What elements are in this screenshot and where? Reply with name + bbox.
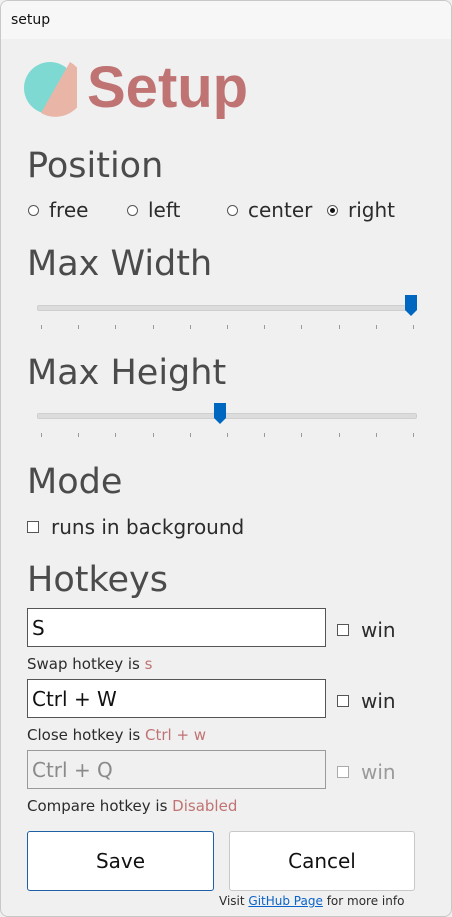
radio-circle[interactable] xyxy=(127,204,138,216)
max-height-heading: Max Height xyxy=(27,353,227,393)
slider-tick xyxy=(78,433,79,437)
footer-suffix: for more info xyxy=(326,894,405,908)
slider-tick xyxy=(301,325,302,329)
slider-tick xyxy=(115,433,116,437)
close-win-checkbox-row[interactable]: win xyxy=(337,689,396,713)
slider-tick xyxy=(153,433,154,437)
mode-heading: Mode xyxy=(27,462,123,502)
swap-note-value: s xyxy=(144,655,153,673)
compare-win-checkbox xyxy=(337,766,349,778)
close-hotkey-input[interactable]: Ctrl + W xyxy=(27,679,326,718)
run-in-background-checkbox-row[interactable]: runs in background xyxy=(27,515,244,539)
save-button[interactable]: Save xyxy=(27,831,214,891)
close-note-value: Ctrl + w xyxy=(144,726,207,744)
max-height-slider[interactable] xyxy=(37,403,417,449)
slider-track[interactable] xyxy=(37,305,417,311)
slider-thumb[interactable] xyxy=(405,295,417,317)
slider-track[interactable] xyxy=(37,413,417,419)
title-bar: setup xyxy=(1,1,451,39)
swap-hotkey-input[interactable]: S xyxy=(27,608,326,647)
compare-note-prefix: Compare hotkey is xyxy=(27,797,168,815)
page-title: Setup xyxy=(87,55,249,120)
hotkeys-heading: Hotkeys xyxy=(27,560,168,600)
position-heading: Position xyxy=(27,146,164,186)
swap-win-checkbox-row[interactable]: win xyxy=(337,618,396,642)
footer-prefix: Visit xyxy=(219,894,245,908)
swap-note-prefix: Swap hotkey is xyxy=(27,655,140,673)
footer-note: Visit GitHub Page for more info xyxy=(219,894,404,908)
slider-tick xyxy=(339,325,340,329)
slider-tick xyxy=(413,433,414,437)
slider-tick xyxy=(413,325,414,329)
close-note-prefix: Close hotkey is xyxy=(27,726,141,744)
slider-tick xyxy=(41,325,42,329)
max-width-slider[interactable] xyxy=(37,295,417,341)
slider-tick xyxy=(78,325,79,329)
compare-win-label: win xyxy=(361,760,396,784)
run-in-background-checkbox[interactable] xyxy=(27,521,39,533)
radio-left[interactable]: left xyxy=(127,198,180,222)
radio-label-center: center xyxy=(248,198,313,222)
slider-tick xyxy=(227,433,228,437)
compare-hotkey-input: Ctrl + Q xyxy=(27,750,326,789)
slider-tick xyxy=(376,433,377,437)
max-width-heading: Max Width xyxy=(27,244,213,284)
close-hotkey-note: Close hotkey is Ctrl + w xyxy=(27,726,206,744)
slider-tick xyxy=(264,433,265,437)
compare-note-value: Disabled xyxy=(172,797,238,815)
slider-tick xyxy=(227,325,228,329)
header: Setup xyxy=(23,53,248,123)
setup-window: setup Setup Position free left center ri… xyxy=(0,0,452,917)
slider-tick xyxy=(190,433,191,437)
radio-label-right: right xyxy=(348,198,395,222)
radio-label-free: free xyxy=(49,198,89,222)
close-win-label: win xyxy=(361,689,396,713)
swap-win-checkbox[interactable] xyxy=(337,624,349,636)
window-title: setup xyxy=(11,12,51,28)
compare-win-checkbox-row: win xyxy=(337,760,396,784)
radio-right[interactable]: right xyxy=(327,198,395,222)
radio-circle[interactable] xyxy=(227,204,238,216)
slider-tick xyxy=(41,433,42,437)
slider-tick xyxy=(339,433,340,437)
close-win-checkbox[interactable] xyxy=(337,695,349,707)
radio-free[interactable]: free xyxy=(28,198,88,222)
slider-tick xyxy=(264,325,265,329)
slider-tick xyxy=(153,325,154,329)
github-page-link[interactable]: GitHub Page xyxy=(248,894,322,908)
cancel-button[interactable]: Cancel xyxy=(229,831,415,891)
compare-hotkey-note: Compare hotkey is Disabled xyxy=(27,797,237,815)
radio-center[interactable]: center xyxy=(227,198,312,222)
radio-circle[interactable] xyxy=(28,204,39,216)
swap-win-label: win xyxy=(361,618,396,642)
slider-tick xyxy=(376,325,377,329)
slider-tick xyxy=(115,325,116,329)
radio-circle-selected[interactable] xyxy=(327,204,338,216)
run-in-background-label: runs in background xyxy=(51,515,245,539)
swap-hotkey-note: Swap hotkey is s xyxy=(27,655,152,673)
slider-tick xyxy=(190,325,191,329)
app-logo-icon xyxy=(23,53,85,123)
slider-tick xyxy=(301,433,302,437)
slider-thumb[interactable] xyxy=(214,403,226,425)
radio-label-left: left xyxy=(148,198,181,222)
